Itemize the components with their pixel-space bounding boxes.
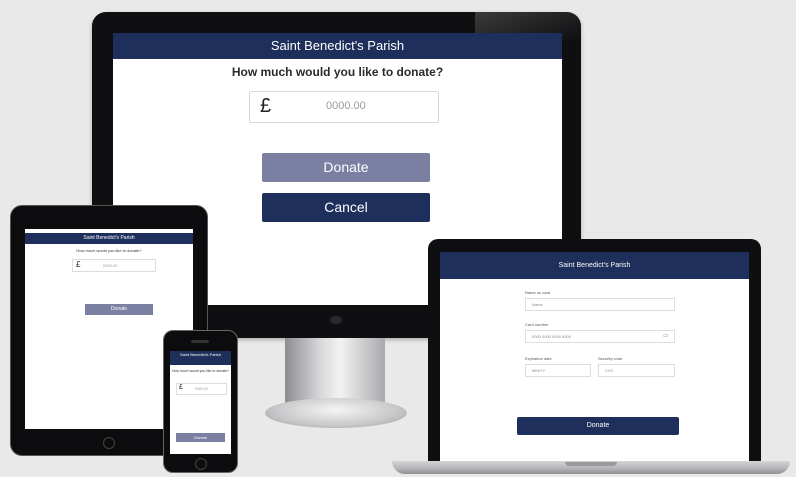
desktop-cancel-button[interactable]: Cancel <box>262 193 430 222</box>
tablet-header-title: Saint Benedict's Parish <box>25 233 193 244</box>
laptop-screen: Saint Benedict's Parish Name on card Nam… <box>440 252 749 463</box>
pound-icon: £ <box>260 95 272 117</box>
name-on-card-label: Name on card <box>525 290 551 295</box>
phone-screen: Saint Benedict's Parish How much would y… <box>170 351 231 454</box>
phone-donate-button[interactable]: Donate <box>176 433 225 442</box>
monitor-camera <box>330 316 342 324</box>
laptop-notch <box>565 462 617 466</box>
name-on-card-value: Name <box>532 302 543 307</box>
phone-header-title: Saint Benedict's Parish <box>170 351 231 365</box>
tablet-amount-placeholder: 0000.00 <box>103 263 118 268</box>
laptop-header-title: Saint Benedict's Parish <box>440 252 749 279</box>
desktop-amount-placeholder: 0000.00 <box>326 100 366 112</box>
phone-home-button <box>195 458 207 470</box>
tablet-donate-button[interactable]: Donate <box>85 304 153 315</box>
card-number-input[interactable]: 0000 0000 0000 0000 ▭ <box>525 330 675 343</box>
tablet-donation-question: How much would you like to donate? <box>76 248 142 253</box>
name-on-card-input[interactable]: Name <box>525 298 675 311</box>
laptop: Saint Benedict's Parish Name on card Nam… <box>428 239 761 467</box>
tablet-home-button <box>103 437 115 449</box>
pound-icon: £ <box>76 260 81 269</box>
pound-icon: £ <box>179 384 183 391</box>
expiration-date-input[interactable]: MM/YY <box>525 364 591 377</box>
phone-donation-question: How much would you like to donate? <box>172 369 230 373</box>
phone: Saint Benedict's Parish How much would y… <box>163 330 238 473</box>
security-code-value: CVC <box>605 368 614 373</box>
desktop-header-title: Saint Benedict's Parish <box>113 33 562 59</box>
phone-amount-placeholder: 0000.00 <box>195 387 208 391</box>
laptop-donate-button[interactable]: Donate <box>517 417 679 435</box>
desktop-amount-input[interactable]: £ 0000.00 <box>249 91 439 123</box>
card-number-label: Card number <box>525 322 549 327</box>
tablet-amount-input[interactable]: £ 0000.00 <box>72 259 156 272</box>
security-code-input[interactable]: CVC <box>598 364 675 377</box>
card-number-placeholder: 0000 0000 0000 0000 <box>532 334 571 339</box>
desktop-donation-question: How much would you like to donate? <box>231 65 444 79</box>
monitor-stand-neck <box>285 338 385 404</box>
expiration-date-label: Expiration date <box>525 356 552 361</box>
desktop-donate-button[interactable]: Donate <box>262 153 430 182</box>
expiration-date-value: MM/YY <box>532 368 546 373</box>
monitor-stand-base <box>265 398 407 428</box>
security-code-label: Security code <box>598 356 623 361</box>
phone-amount-input[interactable]: £ 0000.00 <box>176 383 227 395</box>
phone-speaker <box>191 340 209 343</box>
credit-card-icon: ▭ <box>663 333 668 339</box>
